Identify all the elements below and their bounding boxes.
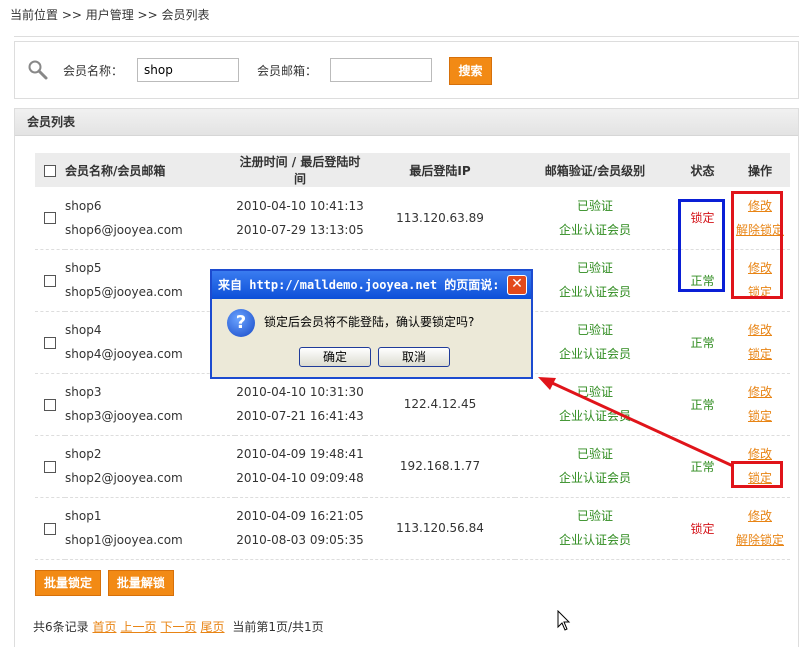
col-verify-level: 邮箱验证/会员级别 xyxy=(515,153,675,187)
register-time: 2010-04-10 10:41:13 xyxy=(236,198,364,213)
col-ip: 最后登陆IP xyxy=(365,153,515,187)
email-verified: 已验证 xyxy=(576,198,613,213)
row-checkbox[interactable] xyxy=(44,336,56,349)
col-name-email: 会员名称/会员邮箱 xyxy=(65,153,235,187)
last-login-time: 2010-07-21 16:41:43 xyxy=(236,409,364,423)
pager-total: 共6条记录 xyxy=(33,620,89,634)
dialog-message: 锁定后会员将不能登陆，确认要锁定吗? xyxy=(264,315,475,329)
col-actions: 操作 xyxy=(730,153,790,187)
email-verified: 已验证 xyxy=(576,261,613,275)
last-login-time: 2010-08-03 09:05:35 xyxy=(236,533,364,547)
register-time: 2010-04-10 10:31:30 xyxy=(236,385,364,399)
email-verified: 已验证 xyxy=(576,447,613,461)
last-login-ip: 192.168.1.77 xyxy=(365,435,515,498)
edit-link[interactable]: 修改 xyxy=(730,504,790,528)
edit-link[interactable]: 修改 xyxy=(730,380,790,404)
member-name: shop2 xyxy=(65,447,102,461)
member-email: shop3@jooyea.com xyxy=(65,409,183,423)
mouse-cursor-icon xyxy=(557,610,571,631)
table-row: shop6 shop6@jooyea.com 2010-04-10 10:41:13… xyxy=(35,187,790,250)
edit-link[interactable]: 修改 xyxy=(730,256,790,280)
row-checkbox[interactable] xyxy=(44,460,56,473)
batch-actions: 批量锁定 批量解锁 xyxy=(35,570,174,596)
pager-last[interactable]: 尾页 xyxy=(201,620,225,634)
row-checkbox[interactable] xyxy=(44,212,56,225)
email-verified: 已验证 xyxy=(576,385,613,399)
row-checkbox[interactable] xyxy=(44,522,56,535)
member-level: 企业认证会员 xyxy=(558,222,631,237)
batch-unlock-button[interactable]: 批量解锁 xyxy=(107,570,174,596)
last-login-time: 2010-04-10 09:09:48 xyxy=(236,471,364,485)
email-verified: 已验证 xyxy=(576,509,613,523)
lock-toggle-link[interactable]: 锁定 xyxy=(730,466,790,490)
breadcrumb: 当前位置 >> 用户管理 >> 会员列表 xyxy=(10,8,210,22)
status-badge: 正常 xyxy=(675,435,730,498)
table-header-row: 会员名称/会员邮箱 注册时间 / 最后登陆时间 最后登陆IP 邮箱验证/会员级别… xyxy=(35,153,790,187)
email-verified: 已验证 xyxy=(576,323,613,337)
member-level: 企业认证会员 xyxy=(558,347,631,361)
dialog-ok-button[interactable]: 确定 xyxy=(299,347,371,367)
member-name: shop6 xyxy=(65,198,102,213)
dialog-title: 来自 http://malldemo.jooyea.net 的页面说: xyxy=(212,271,531,299)
member-level: 企业认证会员 xyxy=(558,285,631,299)
dialog-cancel-button[interactable]: 取消 xyxy=(378,347,450,367)
member-email: shop1@jooyea.com xyxy=(65,533,183,547)
lock-toggle-link[interactable]: 解除锁定 xyxy=(730,218,790,242)
table-row: shop1 shop1@jooyea.com 2010-04-09 16:21:05… xyxy=(35,497,790,560)
close-icon[interactable]: ✕ xyxy=(507,275,527,295)
status-badge: 锁定 xyxy=(675,497,730,560)
status-badge: 正常 xyxy=(675,249,730,312)
member-level: 企业认证会员 xyxy=(558,409,631,423)
status-badge: 锁定 xyxy=(675,187,730,250)
last-login-ip: 113.120.63.89 xyxy=(365,187,515,250)
lock-toggle-link[interactable]: 锁定 xyxy=(730,342,790,366)
pagination: 共6条记录 首页 上一页 下一页 尾页 当前第1页/共1页 xyxy=(33,618,324,635)
status-badge: 正常 xyxy=(675,373,730,436)
member-name: shop3 xyxy=(65,385,102,399)
search-icon xyxy=(28,60,48,80)
pager-prev[interactable]: 上一页 xyxy=(120,620,156,634)
last-login-ip: 122.4.12.45 xyxy=(365,373,515,436)
table-row: shop3 shop3@jooyea.com 2010-04-10 10:31:30… xyxy=(35,373,790,436)
search-panel: 会员名称： 会员邮箱： 搜索 xyxy=(14,41,799,99)
confirm-dialog: 来自 http://malldemo.jooyea.net 的页面说: ✕ ? … xyxy=(210,269,533,379)
batch-lock-button[interactable]: 批量锁定 xyxy=(35,570,101,596)
member-email-input[interactable] xyxy=(330,58,432,82)
pager-next[interactable]: 下一页 xyxy=(161,620,197,634)
pager-first[interactable]: 首页 xyxy=(92,620,116,634)
question-icon: ? xyxy=(227,309,255,337)
select-all-checkbox[interactable] xyxy=(44,164,56,177)
lock-toggle-link[interactable]: 解除锁定 xyxy=(730,528,790,552)
member-name-label: 会员名称： xyxy=(63,64,124,78)
member-email-label: 会员邮箱： xyxy=(257,64,318,78)
edit-link[interactable]: 修改 xyxy=(730,194,790,218)
lock-toggle-link[interactable]: 锁定 xyxy=(730,404,790,428)
table-row: shop2 shop2@jooyea.com 2010-04-09 19:48:41… xyxy=(35,435,790,498)
edit-link[interactable]: 修改 xyxy=(730,442,790,466)
last-login-ip: 113.120.56.84 xyxy=(365,497,515,560)
status-badge: 正常 xyxy=(675,311,730,374)
edit-link[interactable]: 修改 xyxy=(730,318,790,342)
member-email: shop2@jooyea.com xyxy=(65,471,183,485)
member-name-input[interactable] xyxy=(137,58,239,82)
member-name: shop1 xyxy=(65,509,102,523)
col-status: 状态 xyxy=(675,153,730,187)
member-level: 企业认证会员 xyxy=(558,533,631,547)
search-button[interactable]: 搜索 xyxy=(449,57,492,85)
member-email: shop6@jooyea.com xyxy=(65,222,183,237)
pager-current: 当前第1页/共1页 xyxy=(232,620,324,634)
col-times: 注册时间 / 最后登陆时间 xyxy=(235,153,365,187)
member-list-title: 会员列表 xyxy=(15,109,798,136)
row-checkbox[interactable] xyxy=(44,274,56,287)
row-checkbox[interactable] xyxy=(44,398,56,411)
member-level: 企业认证会员 xyxy=(558,471,631,485)
divider xyxy=(14,36,799,37)
last-login-time: 2010-07-29 13:13:05 xyxy=(236,222,364,237)
register-time: 2010-04-09 19:48:41 xyxy=(236,447,364,461)
lock-toggle-link[interactable]: 锁定 xyxy=(730,280,790,304)
register-time: 2010-04-09 16:21:05 xyxy=(236,509,364,523)
